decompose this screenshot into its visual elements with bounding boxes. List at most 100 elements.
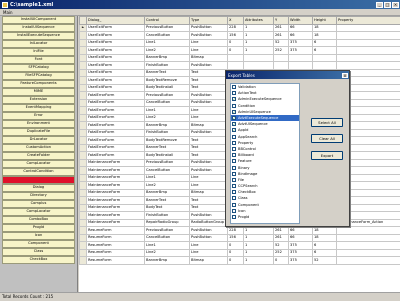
table-cell[interactable]: 252 — [273, 248, 289, 257]
table-cell[interactable]: UserExitForm — [86, 31, 145, 40]
table-button[interactable]: Class — [2, 247, 75, 256]
table-cell[interactable]: BodyTextRemove — [144, 76, 190, 85]
table-button[interactable]: FeatureComponents — [2, 80, 75, 88]
table-cell[interactable]: UserExitForm — [86, 76, 145, 85]
table-button[interactable]: Directory — [2, 192, 75, 200]
table-cell[interactable]: UserExitForm — [86, 61, 145, 70]
table-cell[interactable]: RadioButtonGroup — [189, 218, 228, 227]
table-row[interactable]: ResumeForm BannerBmp Bitmap 0 1 0 375 52 — [79, 256, 400, 265]
table-cell[interactable]: 1 — [243, 226, 274, 235]
table-cell[interactable]: 18 — [312, 23, 337, 32]
row-header[interactable] — [79, 233, 87, 242]
table-cell[interactable]: MaintenanceForm — [86, 218, 145, 227]
table-cell[interactable]: 375 — [288, 248, 313, 257]
table-row[interactable]: UserExitForm CancelButton PushButton 156 1 26… — [79, 31, 400, 40]
table-cell[interactable]: BodyText — [144, 203, 190, 212]
table-row[interactable]: UserExitForm FinishButton PushButton — [79, 61, 400, 70]
table-button[interactable]: MIME — [2, 88, 75, 96]
column-header[interactable]: Property — [336, 16, 400, 25]
table-button[interactable]: InstallUIComponent — [2, 16, 75, 24]
row-header[interactable] — [79, 248, 87, 257]
table-cell[interactable]: BannerText — [144, 196, 190, 205]
table-cell[interactable] — [243, 53, 274, 62]
table-cell[interactable]: PushButton — [189, 166, 228, 175]
row-header[interactable] — [79, 61, 87, 70]
table-cell[interactable]: 156 — [227, 233, 244, 242]
table-cell[interactable]: UserExitForm — [86, 38, 145, 47]
table-cell[interactable]: PushButton — [189, 31, 228, 40]
table-cell[interactable] — [227, 61, 244, 70]
row-header[interactable] — [79, 158, 87, 167]
table-cell[interactable]: 66 — [288, 226, 313, 235]
row-header[interactable] — [79, 166, 87, 175]
checkbox[interactable] — [232, 165, 236, 170]
table-button[interactable]: Font — [2, 56, 75, 64]
row-header[interactable] — [79, 98, 87, 107]
checkbox[interactable] — [232, 171, 236, 176]
table-cell[interactable]: BannerBmp — [144, 256, 190, 265]
table-button[interactable]: EventMapping — [2, 104, 75, 112]
table-button[interactable]: Environment — [2, 120, 75, 128]
export-button[interactable]: Export — [311, 151, 343, 160]
row-header[interactable] — [79, 173, 87, 182]
table-cell[interactable]: FatalErrorForm — [86, 113, 145, 122]
table-row[interactable]: ResumeForm Line2 Line 0 1 252 375 6 — [79, 248, 400, 257]
table-cell[interactable]: 0 — [227, 256, 244, 265]
checkbox[interactable]: ✓ — [232, 128, 236, 133]
table-cell[interactable]: UserExitForm — [86, 53, 145, 62]
table-cell[interactable]: BodyTextRemove — [144, 136, 190, 145]
table-cell[interactable]: CancelButton — [144, 98, 190, 107]
row-header[interactable] — [79, 196, 87, 205]
table-cell[interactable]: PushButton — [189, 158, 228, 167]
table-button[interactable]: Icon — [2, 231, 75, 240]
table-cell[interactable]: BodyTextInstall — [144, 151, 190, 160]
table-cell[interactable] — [273, 53, 289, 62]
table-cell[interactable]: PushButton — [189, 128, 228, 137]
column-header[interactable]: X — [227, 16, 244, 25]
table-cell[interactable]: 228 — [227, 23, 244, 32]
row-header[interactable] — [79, 38, 87, 47]
table-button[interactable]: CreateFolder — [2, 152, 75, 160]
table-cell[interactable] — [336, 233, 400, 242]
table-cell[interactable]: 18 — [312, 31, 337, 40]
row-header[interactable] — [79, 83, 87, 92]
row-header[interactable] — [79, 181, 87, 190]
table-cell[interactable]: 1 — [243, 256, 274, 265]
table-cell[interactable] — [336, 226, 400, 235]
table-cell[interactable]: FatalErrorForm — [86, 143, 145, 152]
table-checklist[interactable]: Validation ActionText ✓ AdminExecuteSequenc… — [230, 83, 300, 224]
table-cell[interactable]: FatalErrorForm — [86, 106, 145, 115]
table-cell[interactable]: Line2 — [144, 181, 190, 190]
table-cell[interactable]: Text — [189, 68, 228, 77]
row-header[interactable] — [79, 143, 87, 152]
table-button[interactable]: Complus — [2, 200, 75, 208]
checkbox[interactable] — [232, 208, 236, 213]
row-header[interactable] — [79, 218, 87, 227]
checkbox[interactable] — [232, 202, 236, 207]
table-cell[interactable]: FatalErrorForm — [86, 98, 145, 107]
table-cell[interactable]: 1 — [243, 38, 274, 47]
table-cell[interactable]: Line1 — [144, 106, 190, 115]
table-cell[interactable]: FatalErrorForm — [86, 128, 145, 137]
checkbox[interactable] — [232, 103, 236, 108]
column-header[interactable]: Dialog_ — [86, 16, 145, 25]
row-header[interactable]: ► — [79, 23, 87, 32]
table-cell[interactable]: Bitmap — [189, 53, 228, 62]
menu-main[interactable]: Main — [0, 9, 16, 16]
table-button[interactable]: Dialog — [2, 184, 75, 192]
column-header[interactable] — [79, 16, 87, 25]
table-cell[interactable] — [336, 23, 400, 32]
table-cell[interactable]: CancelButton — [144, 233, 190, 242]
table-cell[interactable]: 261 — [273, 226, 289, 235]
table-button[interactable]: ComboBox — [2, 216, 75, 224]
row-header[interactable] — [79, 113, 87, 122]
maximize-button[interactable]: □ — [384, 1, 391, 8]
table-cell[interactable]: Line1 — [144, 173, 190, 182]
table-button[interactable]: SFPCatalog — [2, 64, 75, 72]
table-cell[interactable]: 0 — [227, 46, 244, 55]
row-header[interactable] — [79, 151, 87, 160]
checkbox[interactable]: ✓ — [232, 122, 236, 127]
table-cell[interactable]: ResumeForm — [86, 226, 145, 235]
table-cell[interactable]: Bitmap — [189, 121, 228, 130]
table-button[interactable]: ProgId — [2, 223, 75, 232]
